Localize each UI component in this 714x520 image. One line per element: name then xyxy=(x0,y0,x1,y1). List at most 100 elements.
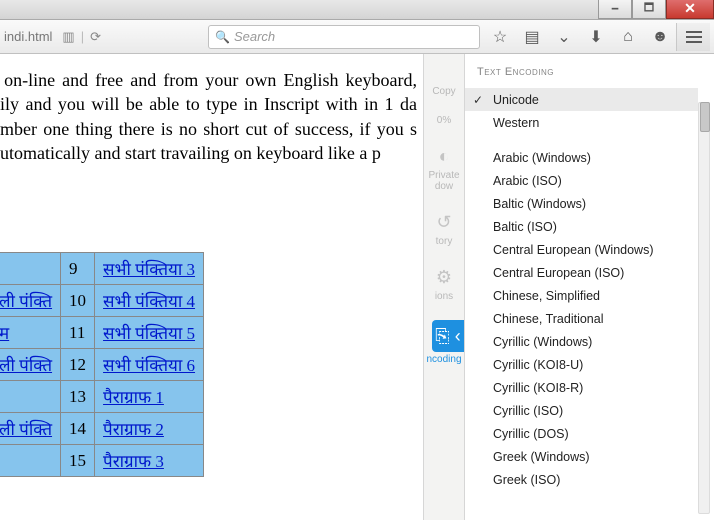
row-link-3[interactable]: सभी पंक्तिया 3 xyxy=(103,260,195,279)
row-col1: म xyxy=(0,317,61,349)
table-row: म 11 सभी पंक्तिया 5 xyxy=(0,317,204,349)
row-col3: सभी पंक्तिया 4 xyxy=(95,285,204,317)
private-window-icon: ◐ xyxy=(439,144,450,168)
row-link-1[interactable]: ली पंक्ति xyxy=(0,420,52,439)
encoding-option[interactable]: Central European (ISO) xyxy=(465,261,698,284)
menu-hamburger-icon[interactable] xyxy=(676,23,710,51)
encoding-option[interactable]: Cyrillic (DOS) xyxy=(465,422,698,445)
row-col1: ली पंक्ति xyxy=(0,285,61,317)
encoding-option[interactable]: Cyrillic (Windows) xyxy=(465,330,698,353)
search-icon: 🔍 xyxy=(215,30,230,44)
row-link-3[interactable]: पैराग्राफ 1 xyxy=(103,388,164,407)
side-private[interactable]: ◐ Private dow xyxy=(424,144,464,192)
window-minimize-button[interactable]: 🗕 xyxy=(598,0,632,19)
row-link-3[interactable]: सभी पंक्तिया 6 xyxy=(103,356,195,375)
row-col1: ली पंक्ति xyxy=(0,413,61,445)
row-link-1[interactable]: म xyxy=(0,324,9,343)
table-row: ली पंक्ति14पैराग्राफ 2 xyxy=(0,413,204,445)
row-col3: पैराग्राफ 3 xyxy=(95,445,204,477)
encoding-option[interactable]: Cyrillic (ISO) xyxy=(465,399,698,422)
history-icon: ↺ xyxy=(436,210,451,234)
encoding-option[interactable]: Chinese, Simplified xyxy=(465,284,698,307)
encoding-option-label: Cyrillic (KOI8-R) xyxy=(493,381,583,395)
reload-icon[interactable]: ⟳ xyxy=(84,29,107,45)
body-paragraph: ; on-line and free and from your own Eng… xyxy=(0,54,417,165)
scrollbar-thumb[interactable] xyxy=(700,102,710,132)
row-number: 12 xyxy=(61,349,95,381)
encoding-option-label: Western xyxy=(493,116,539,130)
row-link-1[interactable]: ली पंक्ति xyxy=(0,292,52,311)
encoding-option[interactable]: Arabic (Windows) xyxy=(465,146,698,169)
toolbar-icons: ☆ ▤ ⌄ ⬇ ⌂ ☻ xyxy=(484,23,710,51)
encoding-option[interactable]: ✓ Unicode xyxy=(465,88,698,111)
bookmark-star-icon[interactable]: ☆ xyxy=(484,23,516,51)
chat-icon[interactable]: ☻ xyxy=(644,23,676,51)
lessons-table: 9 सभी पंक्तिया 3 ली पंक्ति 10 सभी पंक्तिया 4… xyxy=(0,252,204,477)
row-col3: पैराग्राफ 2 xyxy=(95,413,204,445)
table-row: ली पंक्ति 12 सभी पंक्तिया 6 xyxy=(0,349,204,381)
encoding-option[interactable]: Cyrillic (KOI8-U) xyxy=(465,353,698,376)
row-col1 xyxy=(0,445,61,477)
clipboard-icon[interactable]: ▤ xyxy=(516,23,548,51)
row-link-3[interactable]: सभी पंक्तिया 5 xyxy=(103,324,195,343)
encoding-option[interactable]: Greek (Windows) xyxy=(465,445,698,468)
encoding-option-label: Greek (Windows) xyxy=(493,450,590,464)
encoding-option-label: Cyrillic (ISO) xyxy=(493,404,563,418)
encoding-icon: ⎘ ‹ xyxy=(432,320,464,352)
side-history[interactable]: ↺ tory xyxy=(424,210,464,247)
encoding-option-label: Cyrillic (DOS) xyxy=(493,427,569,441)
row-col3: सभी पंक्तिया 3 xyxy=(95,253,204,285)
row-col1: ली पंक्ति xyxy=(0,349,61,381)
encoding-option[interactable]: Arabic (ISO) xyxy=(465,169,698,192)
home-icon[interactable]: ⌂ xyxy=(612,23,644,51)
encoding-option-label: Central European (ISO) xyxy=(493,266,624,280)
row-number: 13 xyxy=(61,381,95,413)
download-icon[interactable]: ⬇ xyxy=(580,23,612,51)
encoding-option-label: Chinese, Simplified xyxy=(493,289,600,303)
encoding-option[interactable]: Baltic (ISO) xyxy=(465,215,698,238)
browser-toolbar: indi.html ▥ | ⟳ 🔍 Search ☆ ▤ ⌄ ⬇ ⌂ ☻ xyxy=(0,20,714,54)
row-link-3[interactable]: पैराग्राफ 2 xyxy=(103,420,164,439)
encoding-option[interactable]: Western xyxy=(465,111,698,134)
table-row: 13 पैराग्राफ 1 xyxy=(0,381,204,413)
window-maximize-button[interactable]: 🗖 xyxy=(632,0,666,19)
side-copy[interactable]: Copy xyxy=(424,60,464,97)
encoding-option-label: Chinese, Traditional xyxy=(493,312,603,326)
search-input[interactable]: 🔍 Search xyxy=(208,25,480,49)
encoding-option-label: Central European (Windows) xyxy=(493,243,654,257)
window-close-button[interactable]: ✕ xyxy=(666,0,714,19)
side-zoom[interactable]: 0% xyxy=(424,115,464,126)
window-controls: 🗕 🗖 ✕ xyxy=(598,0,714,19)
url-bar[interactable]: indi.html ▥ | ⟳ xyxy=(4,29,204,45)
check-icon: ✓ xyxy=(473,93,483,107)
row-number: 10 xyxy=(61,285,95,317)
row-col3: सभी पंक्तिया 6 xyxy=(95,349,204,381)
row-link-3[interactable]: पैराग्राफ 3 xyxy=(103,452,164,471)
encoding-option[interactable]: Cyrillic (KOI8-R) xyxy=(465,376,698,399)
reader-mode-icon[interactable]: ▥ xyxy=(56,29,80,45)
encoding-option[interactable]: Central European (Windows) xyxy=(465,238,698,261)
encoding-option-label: Cyrillic (KOI8-U) xyxy=(493,358,583,372)
row-number: 11 xyxy=(61,317,95,349)
side-options[interactable]: ⚙ ions xyxy=(424,265,464,302)
window-titlebar: 🗕 🗖 ✕ xyxy=(0,0,714,20)
encoding-option[interactable]: Chinese, Traditional xyxy=(465,307,698,330)
gear-icon: ⚙ xyxy=(436,265,452,289)
side-encoding[interactable]: ⎘ ‹ ncoding xyxy=(424,320,464,365)
encoding-option-label: Unicode xyxy=(493,93,539,107)
encoding-option-label: Arabic (ISO) xyxy=(493,174,562,188)
encoding-option[interactable]: Baltic (Windows) xyxy=(465,192,698,215)
encoding-option[interactable]: Greek (ISO) xyxy=(465,468,698,491)
encoding-option-label: Baltic (ISO) xyxy=(493,220,557,234)
url-text: indi.html xyxy=(4,29,56,44)
search-placeholder: Search xyxy=(234,29,275,44)
row-number: 9 xyxy=(61,253,95,285)
encoding-option-label: Baltic (Windows) xyxy=(493,197,586,211)
page-content: ; on-line and free and from your own Eng… xyxy=(0,54,714,520)
encoding-option-label: Arabic (Windows) xyxy=(493,151,591,165)
pocket-icon[interactable]: ⌄ xyxy=(548,23,580,51)
row-link-3[interactable]: सभी पंक्तिया 4 xyxy=(103,292,195,311)
table-row: ली पंक्ति 10 सभी पंक्तिया 4 xyxy=(0,285,204,317)
row-col3: सभी पंक्तिया 5 xyxy=(95,317,204,349)
row-link-1[interactable]: ली पंक्ति xyxy=(0,356,52,375)
